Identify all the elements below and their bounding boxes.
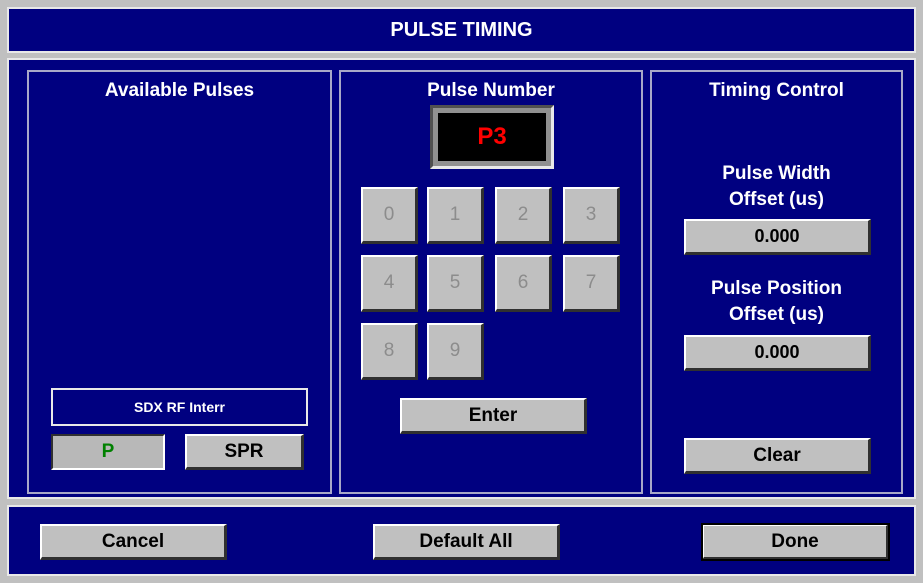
timing-control-panel: Timing Control Pulse Width Offset (us) 0… — [650, 70, 903, 494]
window-title: PULSE TIMING — [7, 7, 916, 53]
key-9-button[interactable]: 9 — [427, 323, 484, 380]
default-all-label: Default All — [419, 530, 513, 552]
cancel-label: Cancel — [101, 530, 165, 552]
pulse-position-offset-value: 0.000 — [754, 342, 800, 362]
key-4-button[interactable]: 4 — [361, 255, 418, 312]
pulse-position-label: Pulse Position Offset (us) — [652, 276, 901, 328]
pulse-spr-label: SPR — [224, 440, 264, 462]
key-1-button[interactable]: 1 — [427, 187, 484, 244]
pulse-width-label: Pulse Width Offset (us) — [652, 161, 901, 213]
default-all-button[interactable]: Default All — [373, 524, 560, 560]
pulse-name-label: SDX RF Interr — [51, 388, 308, 426]
clear-label: Clear — [753, 444, 801, 466]
pulse-position-label-line2: Offset (us) — [729, 304, 824, 325]
pulse-width-label-line1: Pulse Width — [722, 163, 831, 184]
window-title-text: PULSE TIMING — [390, 18, 533, 41]
done-button[interactable]: Done — [701, 523, 890, 561]
pulse-position-label-line1: Pulse Position — [711, 278, 842, 299]
key-8-button[interactable]: 8 — [361, 323, 418, 380]
pulse-p-label: P — [101, 441, 115, 462]
cancel-button[interactable]: Cancel — [40, 524, 227, 560]
clear-button[interactable]: Clear — [684, 438, 871, 474]
key-3-button[interactable]: 3 — [563, 187, 620, 244]
pulse-width-offset-value: 0.000 — [754, 226, 800, 246]
pulse-number-display-frame: P3 — [430, 105, 554, 169]
pulse-name-text: SDX RF Interr — [133, 399, 225, 415]
done-label: Done — [771, 530, 819, 552]
key-7-button[interactable]: 7 — [563, 255, 620, 312]
key-2-button[interactable]: 2 — [495, 187, 552, 244]
key-5-button[interactable]: 5 — [427, 255, 484, 312]
pulse-width-offset-field[interactable]: 0.000 — [684, 219, 871, 255]
key-0-button[interactable]: 0 — [361, 187, 418, 244]
available-pulses-panel: Available Pulses SDX RF Interr P SPR — [27, 70, 332, 494]
pulse-number-panel: Pulse Number P3 0 1 2 3 4 5 6 7 8 9 Ente… — [339, 70, 643, 494]
footer-bar: Cancel Default All Done — [7, 505, 916, 576]
pulse-number-title: Pulse Number — [427, 80, 555, 101]
pulse-width-label-line2: Offset (us) — [729, 189, 824, 210]
timing-control-title: Timing Control — [709, 80, 844, 101]
enter-button[interactable]: Enter — [400, 398, 587, 434]
pulse-p-button[interactable]: P — [51, 434, 165, 470]
pulse-number-display: P3 — [438, 113, 546, 161]
pulse-spr-button[interactable]: SPR — [185, 434, 304, 470]
pulse-position-offset-field[interactable]: 0.000 — [684, 335, 871, 371]
available-pulses-title: Available Pulses — [104, 80, 255, 101]
key-6-button[interactable]: 6 — [495, 255, 552, 312]
enter-label: Enter — [468, 404, 518, 426]
